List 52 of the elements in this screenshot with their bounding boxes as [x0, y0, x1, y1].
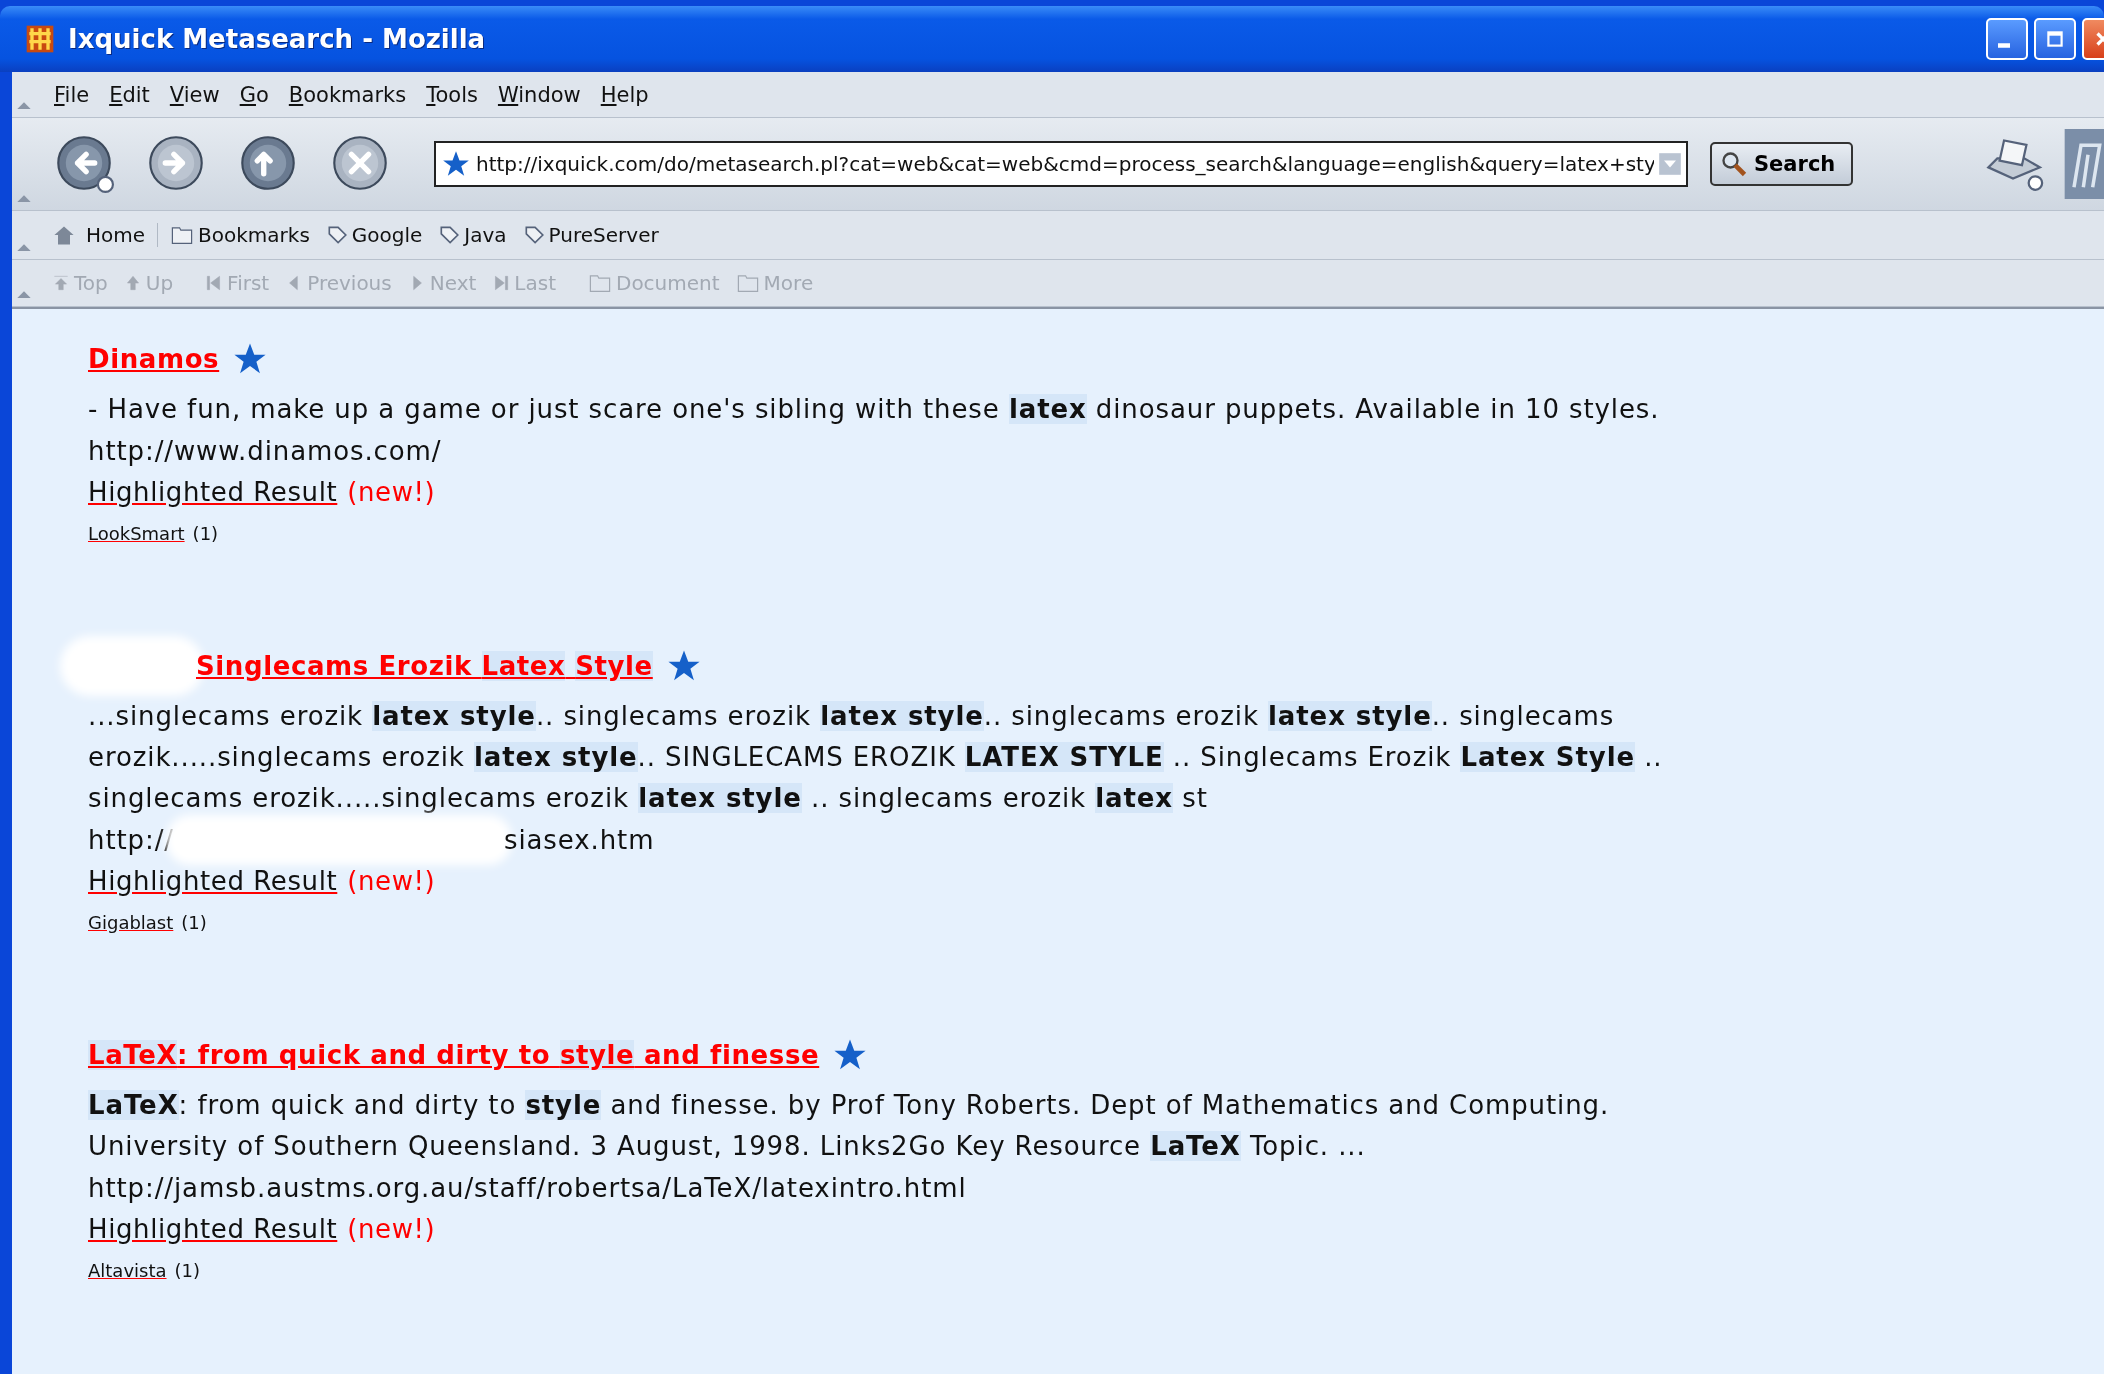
- menu-item[interactable]: Edit: [99, 82, 160, 107]
- star-icon: [442, 150, 470, 178]
- highlighted-result-link[interactable]: Highlighted Result: [88, 476, 338, 507]
- result-title-link[interactable]: LaTeX: from quick and dirty to style and finesse: [88, 1040, 820, 1070]
- highlighted-result-link[interactable]: Highlighted Result: [88, 865, 338, 896]
- menu-item[interactable]: Window: [487, 82, 591, 107]
- throbber-logo: [2062, 129, 2104, 199]
- menu-item[interactable]: View: [159, 82, 230, 107]
- maximize-icon: [2044, 28, 2066, 50]
- minimize-icon: [1998, 42, 2010, 48]
- new-label: (new!): [347, 1213, 436, 1244]
- tag-icon: [438, 224, 461, 246]
- menu-item[interactable]: Help: [590, 82, 659, 107]
- tag-icon: [522, 224, 545, 246]
- result-title-link[interactable]: Dinamos: [88, 344, 220, 374]
- arrow-icon: [52, 273, 70, 293]
- menu-item[interactable]: File: [44, 82, 100, 107]
- minimize-button[interactable]: [1986, 18, 2028, 60]
- menu-item[interactable]: Tools: [416, 82, 488, 107]
- bookmark-button[interactable]: PureServer: [514, 223, 667, 247]
- bookmark-button[interactable]: Bookmarks: [162, 223, 318, 247]
- source-link[interactable]: LookSmart: [88, 522, 185, 544]
- source-count: (1): [181, 911, 207, 933]
- result-url: http://www.dinamos.com/: [88, 435, 442, 466]
- menu-item[interactable]: Bookmarks: [278, 82, 417, 107]
- result-snippet: LaTeX: from quick and dirty to style and finesse. by Prof Tony Roberts. Dept of Mathematics and Computing. University of Southern Queensland. 3 August, 1998. Links2Go Key Resource LaTeX Topic. ...: [88, 1089, 1611, 1163]
- new-label: (new!): [347, 476, 436, 507]
- source-link[interactable]: Gigablast: [88, 911, 174, 933]
- bookmark-button[interactable]: Home: [44, 223, 159, 247]
- new-label: (new!): [347, 865, 436, 896]
- result-url: http://jamsb.austms.org.au/staff/robertsa/LaTeX/latexintro.html: [88, 1172, 967, 1203]
- bookmark-button[interactable]: Java: [430, 223, 515, 247]
- result-title-link[interactable]: Singlecams Erozik Latex Style: [196, 651, 653, 681]
- menu-item[interactable]: Go: [229, 82, 279, 107]
- highlighted-result-link[interactable]: Highlighted Result: [88, 1213, 338, 1244]
- app-icon: [24, 23, 56, 55]
- source-link[interactable]: Altavista: [88, 1259, 167, 1281]
- source-count: (1): [192, 522, 219, 544]
- window-title: Ixquick Metasearch - Mozilla: [68, 24, 487, 54]
- star-icon[interactable]: [233, 342, 268, 376]
- search-button[interactable]: Search: [1710, 142, 1854, 186]
- result-url: siasex.htm: [503, 824, 655, 855]
- arrow-icon: [492, 273, 511, 293]
- search-icon: [1720, 150, 1748, 178]
- source-count: (1): [174, 1259, 201, 1281]
- result-snippet: - Have fun, make up a game or just scare one's sibling with these latex dinosaur puppets. Available in 10 styles.: [88, 393, 1661, 426]
- bookmark-button[interactable]: Google: [317, 223, 431, 247]
- result-url: http://: [88, 824, 174, 855]
- star-icon[interactable]: [833, 1038, 868, 1072]
- tag-icon: [325, 224, 348, 246]
- maximize-button[interactable]: [2034, 18, 2076, 60]
- star-icon[interactable]: [666, 649, 701, 683]
